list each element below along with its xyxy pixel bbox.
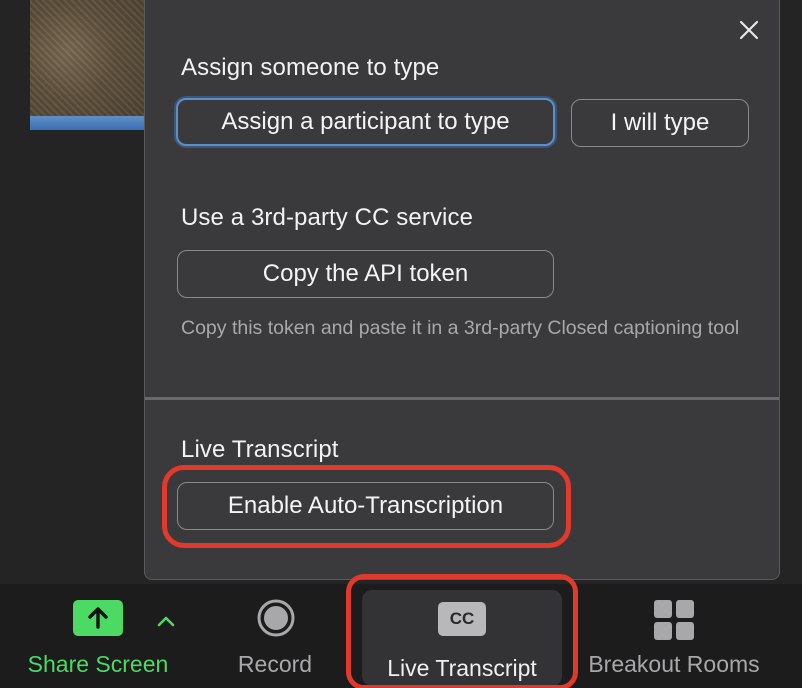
- meeting-window: Assign someone to type Assign a particip…: [0, 0, 802, 688]
- section-divider: [145, 397, 779, 400]
- share-screen-label: Share Screen: [27, 651, 169, 677]
- enable-auto-transcription-button[interactable]: Enable Auto-Transcription: [177, 482, 554, 530]
- meeting-toolbar: Share Screen Record CC Live Transcript B…: [0, 574, 802, 688]
- live-transcript-heading: Live Transcript: [181, 436, 339, 463]
- record-icon: [256, 598, 296, 643]
- breakout-rooms-button[interactable]: Breakout Rooms: [578, 584, 770, 688]
- breakout-rooms-label: Breakout Rooms: [588, 651, 760, 677]
- copy-api-token-button[interactable]: Copy the API token: [177, 250, 554, 298]
- share-screen-arrow-up-icon: [73, 600, 123, 636]
- api-token-description: Copy this token and paste it in a 3rd-pa…: [181, 317, 740, 339]
- closed-caption-popup: Assign someone to type Assign a particip…: [144, 0, 780, 580]
- chevron-up-icon: [157, 614, 175, 632]
- close-icon[interactable]: [737, 18, 761, 42]
- live-transcript-button[interactable]: CC Live Transcript: [362, 590, 562, 686]
- assign-section-heading: Assign someone to type: [181, 54, 440, 81]
- third-party-section-heading: Use a 3rd-party CC service: [181, 204, 474, 231]
- i-will-type-button[interactable]: I will type: [571, 99, 749, 147]
- assign-participant-button[interactable]: Assign a participant to type: [176, 98, 555, 146]
- breakout-rooms-grid-icon: [653, 599, 695, 646]
- record-button[interactable]: Record: [215, 584, 335, 688]
- participant-video-thumbnail[interactable]: [30, 0, 156, 130]
- live-transcript-label: Live Transcript: [387, 655, 537, 681]
- record-label: Record: [237, 651, 313, 677]
- share-options-button[interactable]: [152, 584, 180, 644]
- cc-icon: CC: [438, 602, 486, 636]
